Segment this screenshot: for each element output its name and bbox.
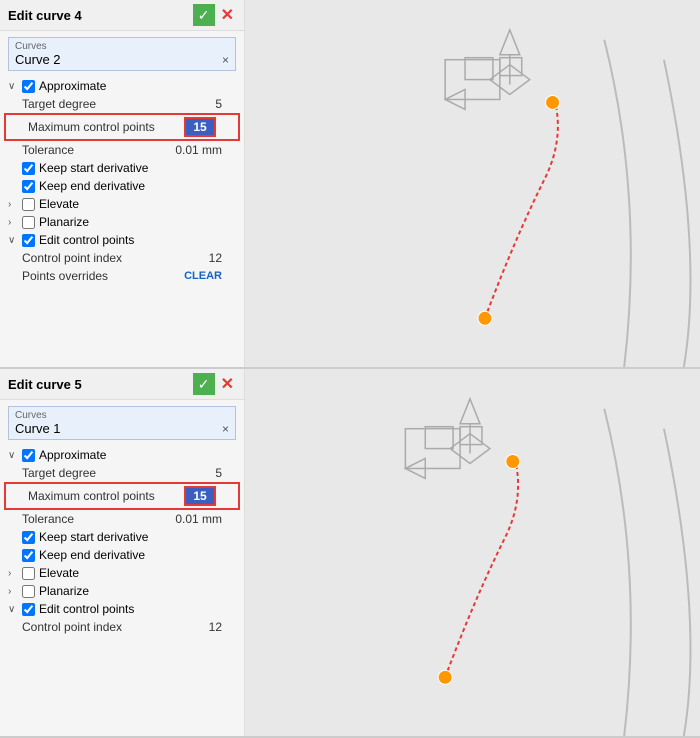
keep-start-checkbox-1[interactable] <box>22 162 35 175</box>
keep-end-row-2[interactable]: Keep end derivative <box>0 546 244 564</box>
max-control-points-row-1: Maximum control points <box>4 113 240 141</box>
keep-end-row-1[interactable]: Keep end derivative <box>0 177 244 195</box>
edit-control-points-label-1[interactable]: Edit control points <box>22 233 134 247</box>
clear-button-1[interactable]: CLEAR <box>184 270 222 282</box>
edit-curve-4-panel: Edit curve 4 ✓ ✕ Curves Curve 2 × ∨ Appr… <box>0 0 700 369</box>
curves-value-2: Curve 1 <box>15 421 61 436</box>
target-degree-label-2: Target degree <box>22 466 96 480</box>
edit-curve-5-panel: Edit curve 5 ✓ ✕ Curves Curve 1 × ∨ Appr… <box>0 369 700 738</box>
keep-end-checkbox-1[interactable] <box>22 180 35 193</box>
approximate-section-1: ∨ Approximate <box>0 77 244 95</box>
tolerance-label-1: Tolerance <box>22 143 74 157</box>
control-point-index-label-1: Control point index <box>22 251 122 265</box>
edit-control-points-checkbox-2[interactable] <box>22 603 35 616</box>
tolerance-value-2: 0.01 mm <box>175 512 222 526</box>
control-point-index-value-1: 12 <box>209 251 222 265</box>
approximate-label-1[interactable]: Approximate <box>22 79 106 93</box>
planarize-checkbox-2[interactable] <box>22 585 35 598</box>
tolerance-row-1: Tolerance 0.01 mm <box>0 141 244 159</box>
cancel-button-1[interactable]: ✕ <box>219 4 236 26</box>
max-control-points-label-1: Maximum control points <box>28 120 155 134</box>
max-control-points-input-2[interactable] <box>184 486 216 506</box>
curves-value-row-1: Curve 2 × <box>15 52 229 67</box>
confirm-button-2[interactable]: ✓ <box>193 373 215 395</box>
curves-value-1: Curve 2 <box>15 52 61 67</box>
target-degree-label-1: Target degree <box>22 97 96 111</box>
edit-control-points-checkbox-1[interactable] <box>22 234 35 247</box>
elevate-checkbox-2[interactable] <box>22 567 35 580</box>
keep-start-checkbox-2[interactable] <box>22 531 35 544</box>
target-degree-row-2: Target degree 5 <box>0 464 244 482</box>
control-point-index-value-2: 12 <box>209 620 222 634</box>
approximate-checkbox-1[interactable] <box>22 80 35 93</box>
control-point-index-row-1: Control point index 12 <box>0 249 244 267</box>
canvas-svg-1 <box>245 0 700 367</box>
edit-control-points-collapse-2[interactable]: ∨ <box>8 604 22 615</box>
edit-control-points-section-1: ∨ Edit control points <box>0 231 244 249</box>
max-control-points-row-2: Maximum control points <box>4 482 240 510</box>
planarize-label-1[interactable]: Planarize <box>22 215 89 229</box>
approximate-label-2[interactable]: Approximate <box>22 448 106 462</box>
panel-title-2: Edit curve 5 <box>8 377 82 392</box>
elevate-label-1[interactable]: Elevate <box>22 197 79 211</box>
curves-value-row-2: Curve 1 × <box>15 421 229 436</box>
points-overrides-label-1: Points overrides <box>22 269 108 283</box>
elevate-checkbox-1[interactable] <box>22 198 35 211</box>
curves-close-2[interactable]: × <box>222 422 229 436</box>
approximate-checkbox-2[interactable] <box>22 449 35 462</box>
elevate-section-2: › Elevate <box>0 564 244 582</box>
canvas-1 <box>245 0 700 367</box>
curves-label-1: Curves <box>15 41 229 52</box>
cancel-button-2[interactable]: ✕ <box>219 373 236 395</box>
tolerance-value-1: 0.01 mm <box>175 143 222 157</box>
tolerance-label-2: Tolerance <box>22 512 74 526</box>
curves-dropdown-1[interactable]: Curves Curve 2 × <box>8 37 236 71</box>
keep-start-row-2[interactable]: Keep start derivative <box>0 528 244 546</box>
max-control-points-label-2: Maximum control points <box>28 489 155 503</box>
elevate-section-1: › Elevate <box>0 195 244 213</box>
target-degree-value-1: 5 <box>215 97 222 111</box>
curves-dropdown-2[interactable]: Curves Curve 1 × <box>8 406 236 440</box>
planarize-collapse-2[interactable]: › <box>8 586 22 597</box>
target-degree-row-1: Target degree 5 <box>0 95 244 113</box>
keep-start-row-1[interactable]: Keep start derivative <box>0 159 244 177</box>
panel-header-1: Edit curve 4 ✓ ✕ <box>0 0 244 31</box>
panel-header-2: Edit curve 5 ✓ ✕ <box>0 369 244 400</box>
target-degree-value-2: 5 <box>215 466 222 480</box>
canvas-svg-2 <box>245 369 700 736</box>
header-buttons-1: ✓ ✕ <box>193 4 236 26</box>
left-panel-1: Edit curve 4 ✓ ✕ Curves Curve 2 × ∨ Appr… <box>0 0 245 367</box>
max-control-points-input-1[interactable] <box>184 117 216 137</box>
curves-label-2: Curves <box>15 410 229 421</box>
planarize-collapse-1[interactable]: › <box>8 217 22 228</box>
edit-control-points-label-2[interactable]: Edit control points <box>22 602 134 616</box>
edit-control-points-section-2: ∨ Edit control points <box>0 600 244 618</box>
control-point-index-label-2: Control point index <box>22 620 122 634</box>
planarize-section-1: › Planarize <box>0 213 244 231</box>
canvas-2 <box>245 369 700 736</box>
planarize-section-2: › Planarize <box>0 582 244 600</box>
planarize-label-2[interactable]: Planarize <box>22 584 89 598</box>
planarize-checkbox-1[interactable] <box>22 216 35 229</box>
elevate-label-2[interactable]: Elevate <box>22 566 79 580</box>
approximate-collapse-2[interactable]: ∨ <box>8 450 22 461</box>
left-panel-2: Edit curve 5 ✓ ✕ Curves Curve 1 × ∨ Appr… <box>0 369 245 736</box>
edit-control-points-collapse-1[interactable]: ∨ <box>8 235 22 246</box>
header-buttons-2: ✓ ✕ <box>193 373 236 395</box>
points-overrides-row-1: Points overrides CLEAR <box>0 267 244 285</box>
tolerance-row-2: Tolerance 0.01 mm <box>0 510 244 528</box>
elevate-collapse-2[interactable]: › <box>8 568 22 579</box>
elevate-collapse-1[interactable]: › <box>8 199 22 210</box>
keep-end-checkbox-2[interactable] <box>22 549 35 562</box>
approximate-collapse-1[interactable]: ∨ <box>8 81 22 92</box>
curves-close-1[interactable]: × <box>222 53 229 67</box>
approximate-section-2: ∨ Approximate <box>0 446 244 464</box>
panel-title-1: Edit curve 4 <box>8 8 82 23</box>
control-point-index-row-2: Control point index 12 <box>0 618 244 636</box>
confirm-button-1[interactable]: ✓ <box>193 4 215 26</box>
